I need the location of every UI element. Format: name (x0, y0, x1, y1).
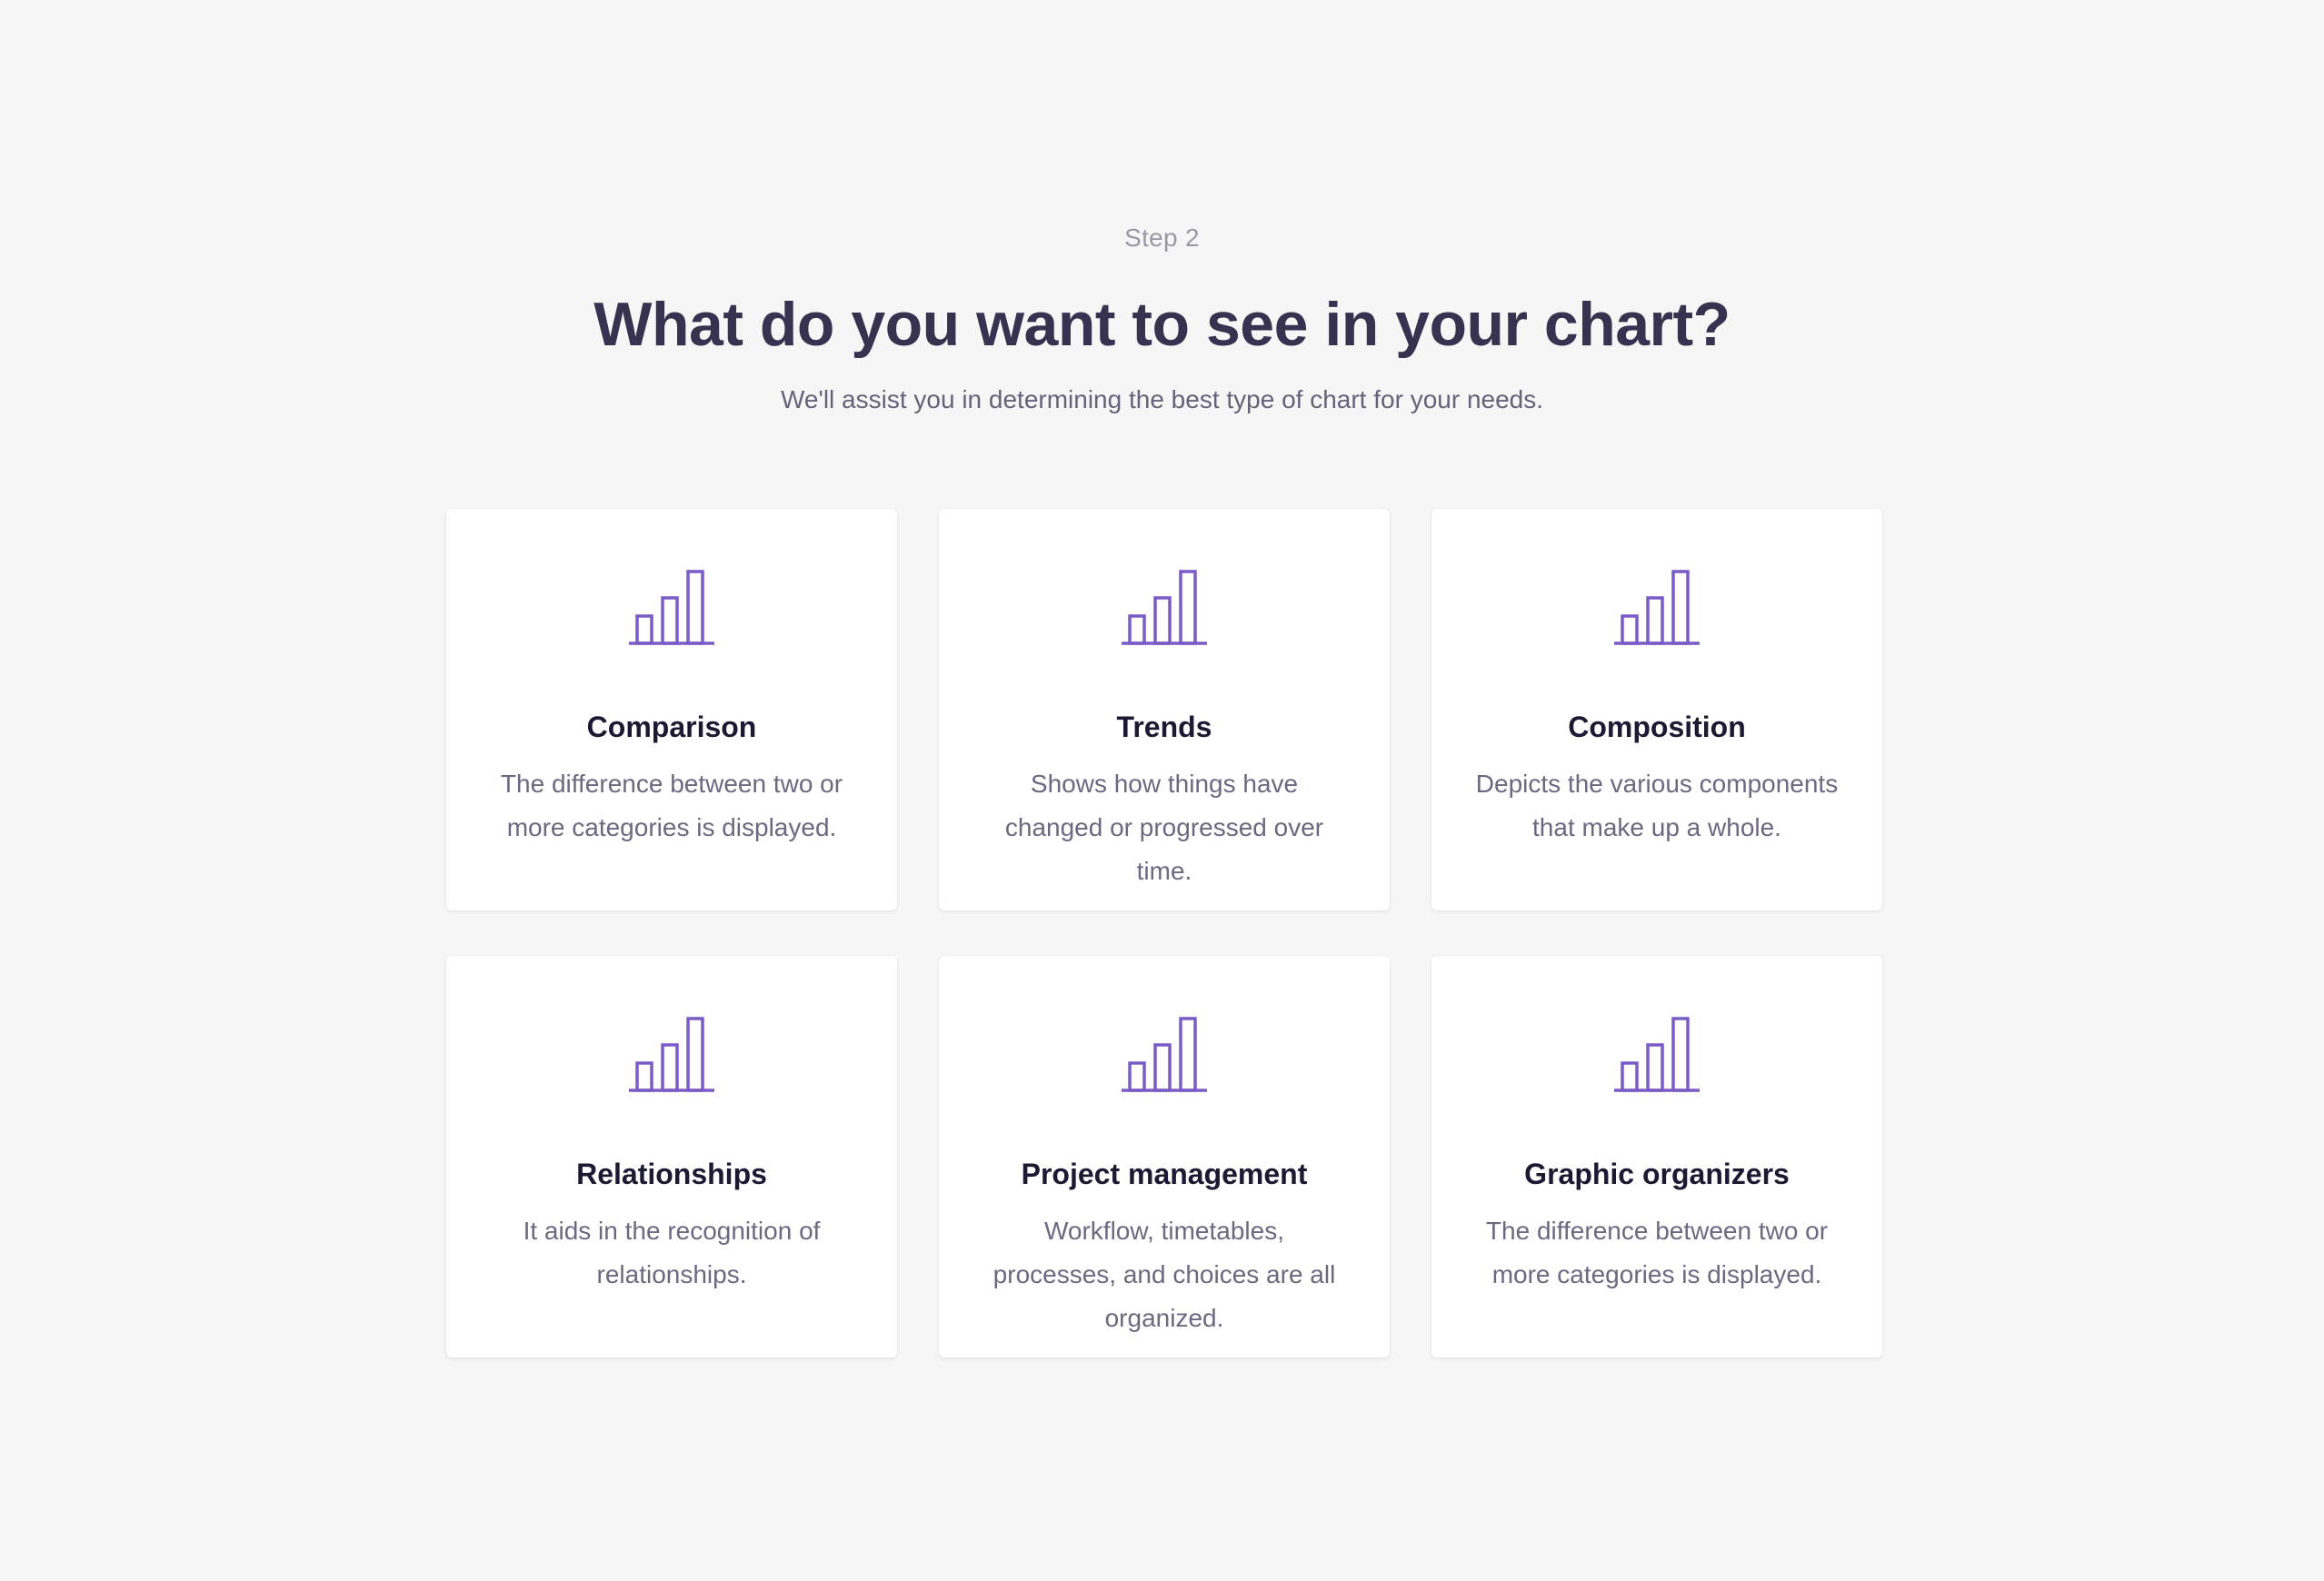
card-description: Workflow, timetables, processes, and cho… (992, 1217, 1336, 1332)
card-title: Composition (1568, 711, 1746, 743)
bar-chart-icon (1122, 570, 1207, 645)
step-indicator: Step 2 (1124, 224, 1200, 252)
bar-chart-icon (1122, 1017, 1207, 1092)
card-description: Depicts the various components that make… (1475, 770, 1839, 841)
page-subtitle: We'll assist you in determining the best… (780, 385, 1544, 413)
card-description: The difference between two or more categ… (1485, 1217, 1829, 1288)
page: Step 2 What do you want to see in your c… (0, 0, 2324, 1581)
category-card-relationships[interactable]: Relationships It aids in the recognition… (446, 956, 897, 1357)
card-description: Shows how things have changed or progres… (1004, 770, 1324, 885)
card-title: Graphic organizers (1524, 1158, 1790, 1190)
card-title: Trends (1116, 711, 1212, 743)
category-card-trends[interactable]: Trends Shows how things have changed or … (939, 509, 1390, 910)
card-description: The difference between two or more categ… (500, 770, 843, 841)
category-card-project-management[interactable]: Project management Workflow, timetables,… (939, 956, 1390, 1357)
bar-chart-icon (629, 570, 714, 645)
card-title: Relationships (576, 1158, 767, 1190)
page-title: What do you want to see in your chart? (593, 290, 1731, 359)
category-card-graphic-organizers[interactable]: Graphic organizers The difference betwee… (1431, 956, 1882, 1357)
category-card-comparison[interactable]: Comparison The difference between two or… (446, 509, 897, 910)
card-title: Project management (1021, 1158, 1308, 1190)
bar-chart-icon (1614, 1017, 1700, 1092)
chart-category-grid: Comparison The difference between two or… (446, 509, 1882, 1357)
category-card-composition[interactable]: Composition Depicts the various componen… (1431, 509, 1882, 910)
card-description: It aids in the recognition of relationsh… (523, 1217, 821, 1288)
bar-chart-icon (629, 1017, 714, 1092)
card-title: Comparison (586, 711, 757, 743)
bar-chart-icon (1614, 570, 1700, 645)
